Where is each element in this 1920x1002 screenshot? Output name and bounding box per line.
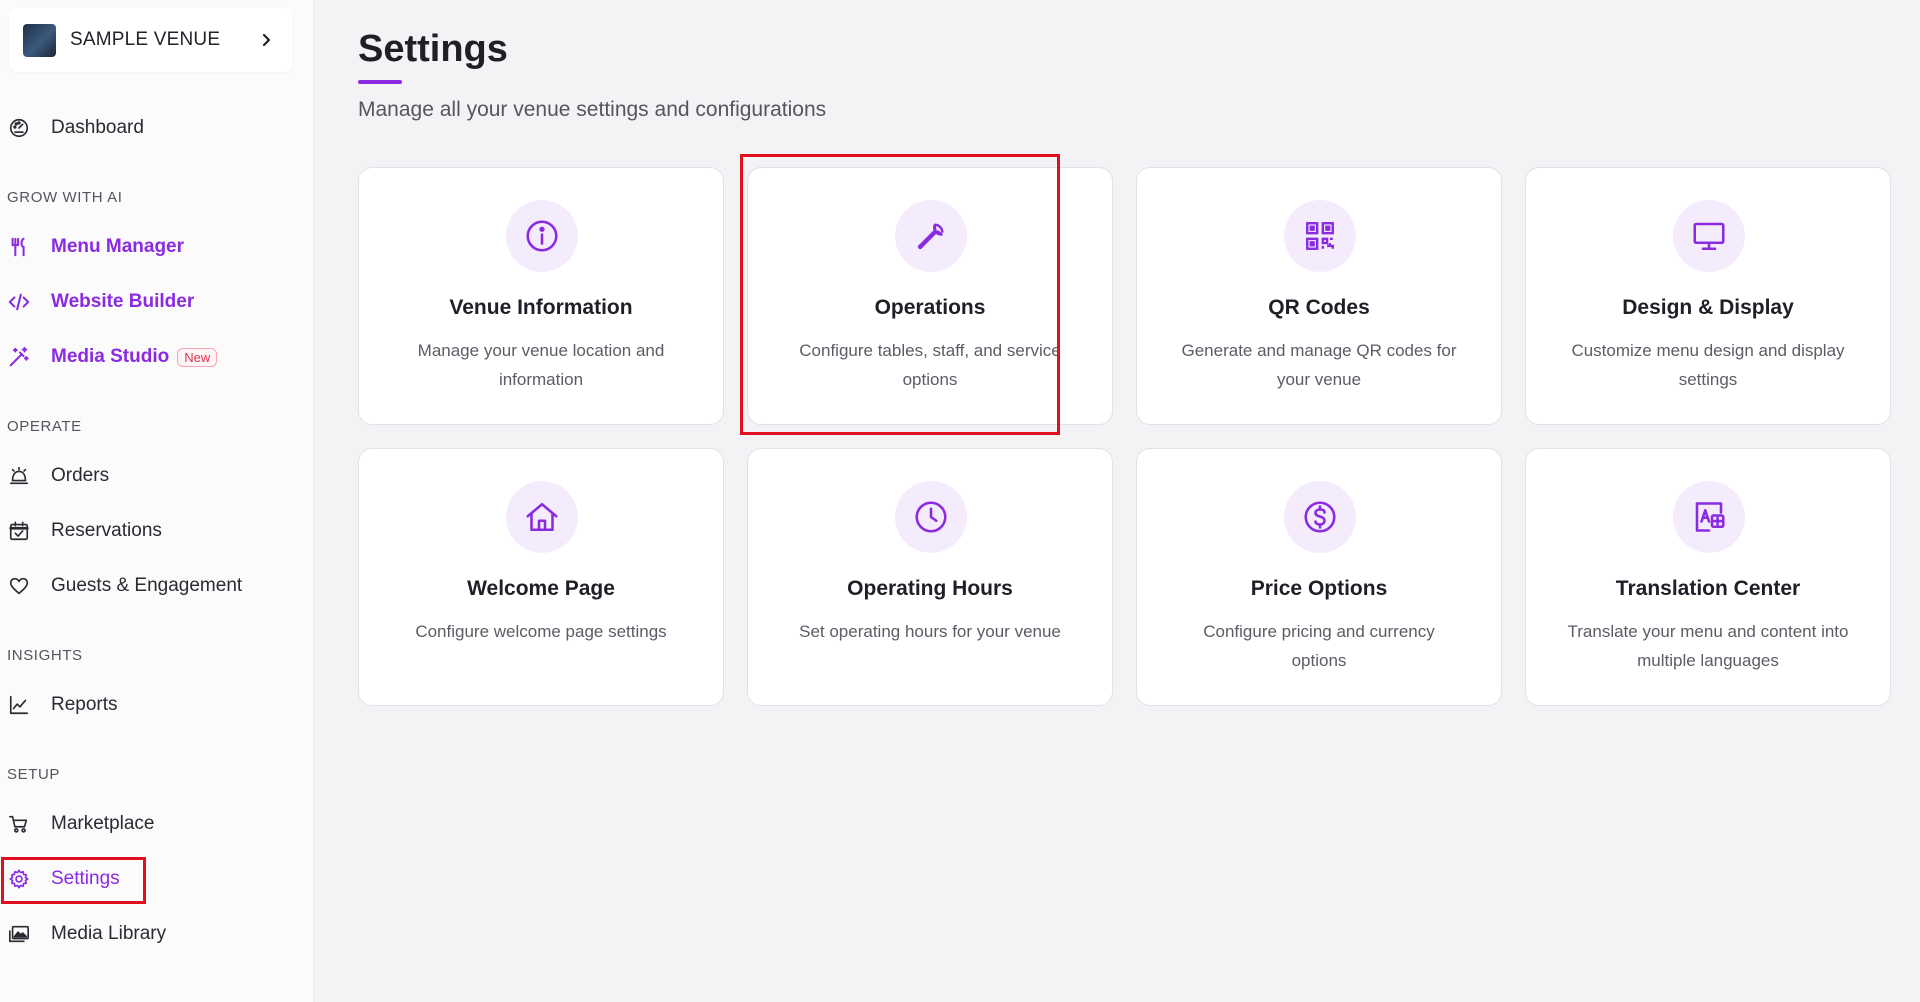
sidebar-item-label: Reports [51, 694, 118, 715]
card-title: QR Codes [1268, 296, 1370, 319]
sidebar-item-label: Marketplace [51, 813, 155, 834]
info-icon [506, 200, 578, 272]
card-description: Translate your menu and content into mul… [1567, 622, 1849, 670]
cart-icon [7, 812, 31, 836]
sidebar-item-label: Menu Manager [51, 236, 185, 257]
card-design-display[interactable]: Design & Display Customize menu design a… [1525, 167, 1891, 425]
sidebar-item-website-builder[interactable]: Website Builder [0, 282, 194, 322]
card-title: Price Options [1250, 577, 1388, 600]
sidebar-item-label: Media Studio [51, 346, 170, 367]
sidebar-item-label: Media Library [51, 923, 167, 944]
sidebar-item-label: Orders [51, 465, 110, 486]
page-title: Settings [358, 28, 508, 70]
card-operating-hours[interactable]: Operating Hours Set operating hours for … [747, 448, 1113, 706]
venue-logo [23, 23, 56, 57]
chevron-right-icon [254, 28, 278, 52]
sidebar-item-label: Guests & Engagement [51, 575, 243, 596]
page-subtitle: Manage all your venue settings and confi… [358, 98, 827, 121]
card-title: Translation Center [1615, 577, 1801, 600]
highlight-box-settings [1, 857, 146, 904]
dashboard-gauge-icon [7, 116, 31, 140]
sidebar: SAMPLE VENUE Dashboard GROW WITH AI Menu… [0, 0, 314, 1002]
card-description: Configure pricing and currency options [1203, 622, 1435, 670]
card-price-options[interactable]: Price Options Configure pricing and curr… [1136, 448, 1502, 706]
card-title: Operating Hours [847, 577, 1013, 600]
venue-name: SAMPLE VENUE [70, 29, 221, 50]
venue-switcher[interactable]: SAMPLE VENUE [9, 8, 292, 72]
card-description: Set operating hours for your venue [799, 622, 1061, 641]
card-title: Venue Information [449, 296, 633, 319]
sidebar-item-reports[interactable]: Reports [0, 685, 118, 725]
main-content: Settings Manage all your venue settings … [315, 0, 1920, 1002]
home-icon [506, 481, 578, 553]
card-description: Configure welcome page settings [415, 622, 667, 641]
sidebar-item-dashboard[interactable]: Dashboard [0, 108, 144, 148]
section-heading-grow: GROW WITH AI [7, 189, 123, 206]
card-title: Welcome Page [467, 577, 615, 600]
section-heading-operate: OPERATE [7, 418, 82, 435]
sidebar-item-marketplace[interactable]: Marketplace [0, 804, 155, 844]
card-description: Generate and manage QR codes for your ve… [1181, 341, 1457, 389]
code-icon [7, 290, 31, 314]
card-description: Customize menu design and display settin… [1571, 341, 1845, 389]
card-welcome-page[interactable]: Welcome Page Configure welcome page sett… [358, 448, 724, 706]
qr-code-icon [1284, 200, 1356, 272]
card-title: Design & Display [1622, 296, 1794, 319]
section-heading-insights: INSIGHTS [7, 647, 83, 664]
sidebar-item-media-studio[interactable]: Media Studio New [0, 337, 218, 377]
images-icon [7, 922, 31, 946]
sidebar-item-menu-manager[interactable]: Menu Manager [0, 227, 184, 267]
monitor-icon [1673, 200, 1745, 272]
highlight-box-operations [740, 154, 1060, 435]
sidebar-item-orders[interactable]: Orders [0, 456, 109, 496]
sidebar-item-guests-engagement[interactable]: Guests & Engagement [0, 566, 242, 606]
card-venue-information[interactable]: Venue Information Manage your venue loca… [358, 167, 724, 425]
section-heading-setup: SETUP [7, 766, 61, 783]
card-qr-codes[interactable]: QR Codes Generate and manage QR codes fo… [1136, 167, 1502, 425]
heart-icon [7, 574, 31, 598]
sidebar-item-label: Website Builder [51, 291, 195, 312]
title-underline [358, 80, 402, 84]
card-description: Manage your venue location and informati… [417, 341, 665, 389]
sidebar-item-label: Dashboard [51, 117, 144, 138]
new-badge: New [177, 347, 218, 367]
clock-icon [895, 481, 967, 553]
calendar-check-icon [7, 519, 31, 543]
magic-wand-icon [7, 345, 31, 369]
sidebar-item-media-library[interactable]: Media Library [0, 914, 166, 954]
bell-icon [7, 464, 31, 488]
sidebar-item-label: Reservations [51, 520, 162, 541]
dollar-icon [1284, 481, 1356, 553]
translate-icon [1673, 481, 1745, 553]
utensils-icon [7, 235, 31, 259]
line-chart-icon [7, 693, 31, 717]
sidebar-item-reservations[interactable]: Reservations [0, 511, 162, 551]
card-translation-center[interactable]: Translation Center Translate your menu a… [1525, 448, 1891, 706]
